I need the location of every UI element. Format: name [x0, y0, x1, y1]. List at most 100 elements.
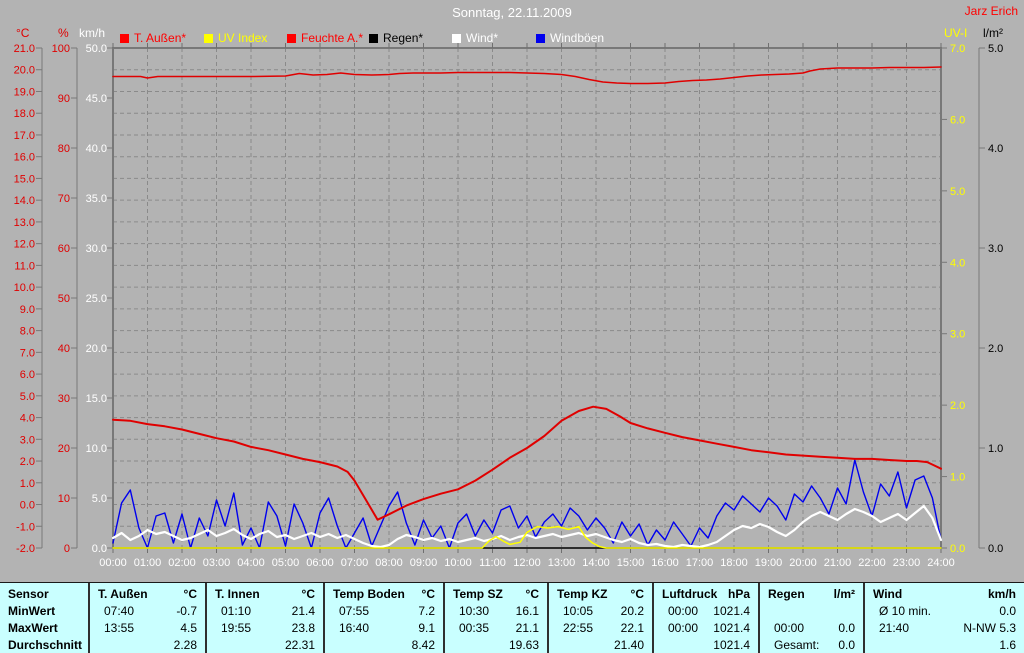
table-min-time: 10:05 — [563, 603, 594, 618]
x-tick-label: 14:00 — [582, 557, 610, 569]
table-avg-value: 19.63 — [508, 637, 539, 652]
axis-tick-label-temp: 13.0 — [14, 217, 35, 229]
table-row: MinWert — [0, 602, 88, 619]
table-min-value: 0.0 — [999, 603, 1016, 618]
axis-tick-label-humidity: 70 — [58, 193, 70, 205]
table-row: MaxWert — [0, 619, 88, 636]
table-row: 00:00 1021.4 — [654, 602, 758, 619]
table-header-cell: Wind — [873, 586, 903, 601]
axis-tick-label-wind: 35.0 — [86, 193, 107, 205]
table-max-value: 23.8 — [291, 620, 315, 635]
axis-tick-label-temp: 6.0 — [20, 369, 35, 381]
table-row: 19:55 23.8 — [207, 619, 323, 636]
axis-tick-label-uv: 4.0 — [950, 257, 965, 269]
axis-tick-label-humidity: 20 — [58, 443, 70, 455]
axis-tick-label-humidity: 30 — [58, 393, 70, 405]
table-min-time: 00:00 — [668, 603, 699, 618]
table-max-time: 00:00 — [774, 620, 805, 635]
table-header-cell: Sensor — [8, 586, 49, 601]
table-row: Temp KZ °C — [549, 585, 652, 602]
table-row: Sensor — [0, 585, 88, 602]
table-row: 19.63 — [445, 636, 547, 653]
summary-table: Sensor MinWert MaxWert Durchschnitt T. Außen… — [0, 582, 1024, 653]
table-row-label: Durchschnitt — [8, 637, 83, 652]
axis-tick-label-humidity: 50 — [58, 293, 70, 305]
axis-tick-label-temp: 9.0 — [20, 304, 35, 316]
x-tick-label: 09:00 — [410, 557, 438, 569]
table-min-value: 21.4 — [291, 603, 315, 618]
table-min-time: 07:40 — [104, 603, 135, 618]
table-unit-cell: °C — [630, 586, 644, 601]
table-row: 1021.4 — [654, 636, 758, 653]
x-tick-label: 24:00 — [927, 557, 955, 569]
table-header-cell: Temp KZ — [557, 586, 608, 601]
x-tick-label: 03:00 — [203, 557, 231, 569]
table-avg-value: 8.42 — [411, 637, 435, 652]
axis-tick-label-temp: 16.0 — [14, 152, 35, 164]
axis-tick-label-temp: -2.0 — [16, 543, 35, 555]
table-unit-cell: hPa — [727, 586, 750, 601]
axis-tick-label-humidity: 80 — [58, 143, 70, 155]
x-tick-label: 20:00 — [789, 557, 817, 569]
axis-tick-label-temp: 15.0 — [14, 173, 35, 185]
axis-tick-label-temp: 19.0 — [14, 86, 35, 98]
table-unit-cell: l/m² — [833, 586, 855, 601]
axis-tick-label-humidity: 100 — [52, 43, 70, 55]
table-min-time: Ø 10 min. — [879, 603, 932, 618]
axis-tick-label-temp: 17.0 — [14, 130, 35, 142]
x-tick-label: 18:00 — [720, 557, 748, 569]
x-tick-label: 19:00 — [755, 557, 783, 569]
x-tick-label: 02:00 — [168, 557, 196, 569]
table-column: Regen l/m² 00:00 0.0 Gesamt: 0.0 — [758, 583, 863, 653]
table-row: Ø 10 min. 0.0 — [865, 602, 1024, 619]
axis-tick-label-temp: 2.0 — [20, 456, 35, 468]
axis-tick-label-humidity: 40 — [58, 343, 70, 355]
table-min-value: 1021.4 — [713, 603, 750, 618]
table-row: 16:40 9.1 — [325, 619, 443, 636]
table-min-time: 10:30 — [459, 603, 490, 618]
axis-tick-label-uv: 6.0 — [950, 114, 965, 126]
table-max-value: 9.1 — [418, 620, 435, 635]
table-row: 00:35 21.1 — [445, 619, 547, 636]
axis-tick-label-temp: 11.0 — [14, 260, 35, 272]
axis-tick-label-humidity: 60 — [58, 243, 70, 255]
chart-canvas: 21.0 20.0 19.0 18.0 17.0 16.0 15.0 14.0 13.0 12.0… — [14, 43, 1003, 569]
axis-tick-label-wind: 0.0 — [92, 543, 107, 555]
table-row: Gesamt: 0.0 — [760, 636, 863, 653]
table-header-cell: Temp SZ — [453, 586, 503, 601]
x-tick-label: 01:00 — [134, 557, 162, 569]
axis-tick-label-temp: 4.0 — [20, 413, 35, 425]
axis-tick-label-wind: 40.0 — [86, 143, 107, 155]
x-tick-label: 11:00 — [479, 557, 506, 569]
axis-tick-label-temp: 12.0 — [14, 239, 35, 251]
axis-tick-label-wind: 45.0 — [86, 93, 107, 105]
table-max-time: 21:40 — [879, 620, 910, 635]
table-max-value: 0.0 — [838, 620, 855, 635]
table-row: 1.6 — [865, 636, 1024, 653]
axis-tick-label-temp: 5.0 — [20, 391, 35, 403]
table-row: 07:55 7.2 — [325, 602, 443, 619]
x-tick-label: 22:00 — [858, 557, 886, 569]
axis-tick-label-rain: 3.0 — [988, 243, 1003, 255]
table-max-value: N-NW 5.3 — [963, 620, 1016, 635]
axis-tick-label-uv: 1.0 — [950, 472, 965, 484]
table-max-value: 4.5 — [180, 620, 197, 635]
table-row: 13:55 4.5 — [90, 619, 205, 636]
table-min-value: -0.7 — [176, 603, 197, 618]
x-tick-label: 21:00 — [824, 557, 852, 569]
x-tick-label: 15:00 — [617, 557, 645, 569]
axis-tick-label-temp: 3.0 — [20, 434, 35, 446]
table-row-label: MinWert — [8, 603, 56, 618]
axis-tick-label-wind: 25.0 — [86, 293, 107, 305]
table-avg-value: 21.40 — [613, 637, 644, 652]
axis-tick-label-wind: 5.0 — [92, 493, 107, 505]
table-row: 07:40 -0.7 — [90, 602, 205, 619]
table-header-cell: T. Innen — [215, 586, 260, 601]
table-avg-value: 1.6 — [999, 637, 1016, 652]
table-column: Temp KZ °C 10:05 20.2 22:55 22.1 21.40 — [547, 583, 652, 653]
table-max-value: 21.1 — [515, 620, 539, 635]
series-uv — [112, 525, 942, 549]
table-column: Temp Boden °C 07:55 7.2 16:40 9.1 8.42 — [323, 583, 443, 653]
axis-tick-label-uv: 7.0 — [950, 43, 965, 55]
axis-tick-label-wind: 20.0 — [86, 343, 107, 355]
